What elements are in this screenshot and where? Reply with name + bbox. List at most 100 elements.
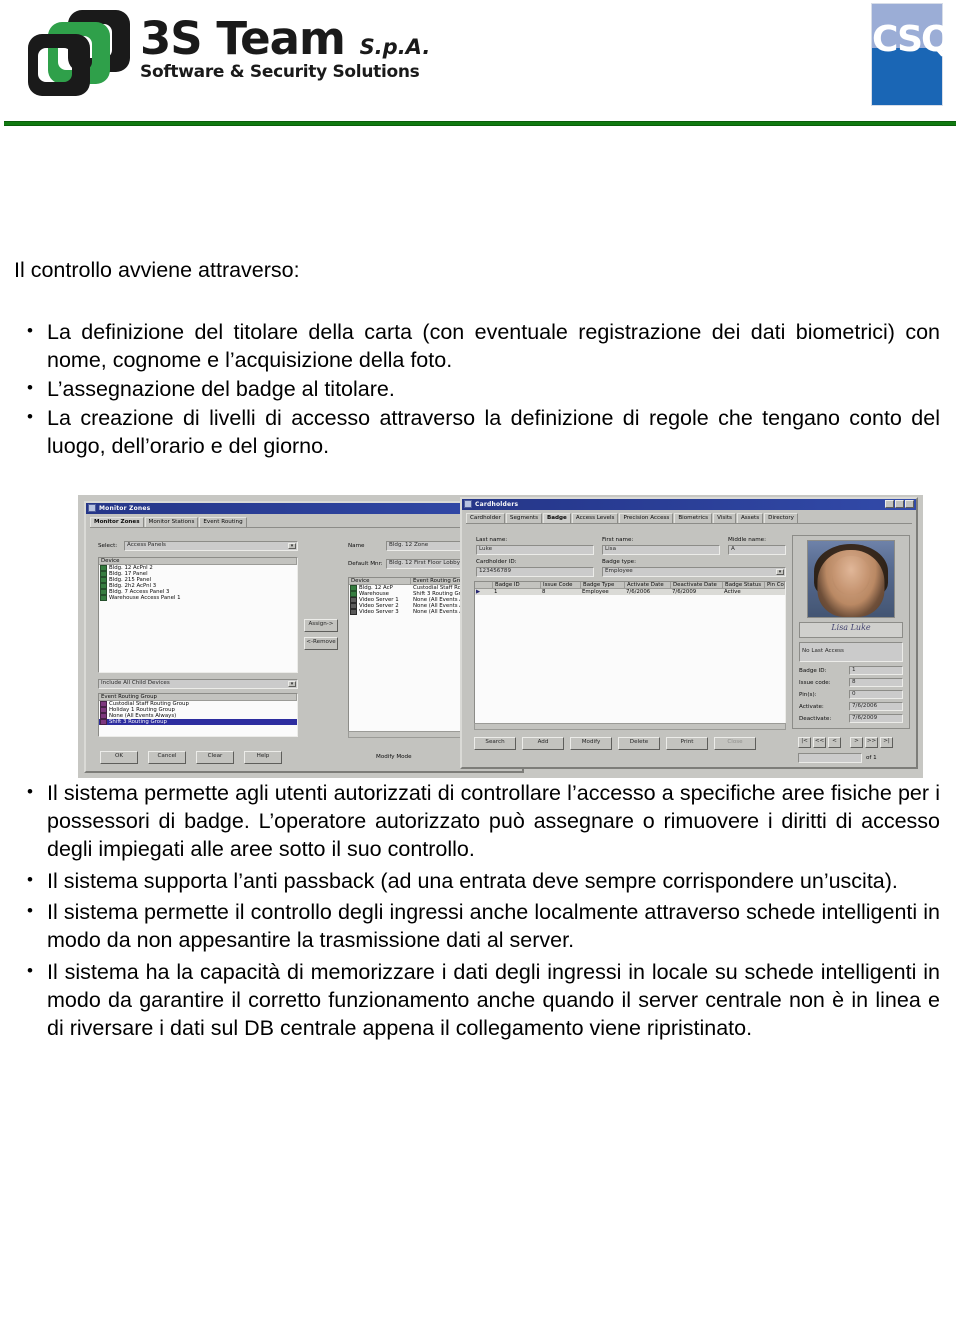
tab-segments[interactable]: Segments [505,512,542,523]
badge-grid-header: Badge ID Issue Code Badge Type Activate … [475,581,785,589]
tab-directory[interactable]: Directory [764,512,798,523]
tab-event-routing[interactable]: Event Routing [199,516,247,527]
cardholders-tabstrip[interactable]: Cardholder Segments Badge Access Levels … [462,510,916,523]
print-button[interactable]: Print [666,736,708,750]
side-activate-label: Activate: [799,703,824,710]
child-devices-value: Include All Child Devices [101,679,170,686]
brand-name: 3S Team S.p.A. [140,12,431,65]
brand-logo: 3S Team S.p.A. Software & Security Solut… [24,6,430,106]
list-item: Il sistema ha la capacità di memorizzare… [10,957,940,1043]
side-pins-label: Pin(s): [799,691,817,698]
monitor-zones-tabstrip[interactable]: Monitor Zones Monitor Stations Event Rou… [86,514,522,527]
nav-first-button[interactable]: |< [798,736,811,748]
col-badge-status: Badge Status [723,581,765,588]
tab-monitor-stations[interactable]: Monitor Stations [144,516,199,527]
side-pins-field[interactable]: 0 [849,689,903,699]
cardholder-id-field[interactable]: 123456789 [476,566,594,577]
header-divider-rule [4,121,956,126]
tab-assets[interactable]: Assets [736,512,764,523]
mode-status-text: Modify Mode [376,753,412,760]
chevron-down-icon[interactable]: ▾ [776,568,784,575]
side-deactivate-field[interactable]: 7/6/2009 [849,713,903,723]
tab-badge[interactable]: Badge [543,512,571,523]
chevron-down-icon[interactable]: ▾ [288,680,296,687]
tab-visits[interactable]: Visits [713,512,736,523]
nav-prev-button[interactable]: < [828,736,841,748]
table-row[interactable]: ▶ 1 8 Employee 7/6/2006 7/6/2009 Active [475,588,785,595]
maximize-icon[interactable] [895,500,904,509]
csq-certification-logo: CSQ [871,3,952,106]
middle-name-field[interactable]: A [728,544,786,555]
tab-cardholder[interactable]: Cardholder [466,512,505,523]
panel-icon [100,594,107,601]
last-access-text: No Last Access [802,647,844,654]
minimize-icon[interactable] [885,500,894,509]
cell-badge-id: 1 [494,588,498,595]
event-routing-group-list[interactable]: Event Routing Group Custodial Staff Rout… [98,692,298,737]
cancel-button[interactable]: Cancel [148,750,186,764]
record-count-label: of 1 [866,754,877,761]
chevron-down-icon[interactable]: ▾ [288,542,296,549]
child-devices-combo[interactable]: Include All Child Devices ▾ [98,678,298,689]
list-item: La creazione di livelli di accesso attra… [10,403,940,461]
cell-issue-code: 8 [542,588,546,595]
photo-face-highlight [832,555,870,596]
side-issue-code-field[interactable]: 8 [849,677,903,687]
list-item: Il sistema supporta l’anti passback (ad … [10,866,940,896]
device-list-header: Device [99,557,297,565]
side-activate-field[interactable]: 7/6/2006 [849,701,903,711]
clear-button[interactable]: Clear [196,750,234,764]
window-controls[interactable] [885,500,914,509]
checkbox-column-header [475,581,493,588]
first-name-field[interactable]: Lisa [602,544,720,555]
cell-badge-type: Employee [582,588,609,595]
badge-type-combo[interactable]: Employee ▾ [602,566,786,577]
assign-button[interactable]: Assign-> [304,618,338,632]
badge-grid-hscrollbar[interactable] [474,722,786,730]
first-name-label: First name: [602,536,634,543]
tab-monitor-zones[interactable]: Monitor Zones [90,516,144,527]
tab-access-levels[interactable]: Access Levels [571,512,619,523]
badge-type-value: Employee [605,567,633,574]
nav-next-button[interactable]: > [850,736,863,748]
modify-button[interactable]: Modify [570,736,612,750]
select-combo[interactable]: Access Panels ▾ [124,540,298,551]
tab-precision-access[interactable]: Precision Access [619,512,674,523]
side-badge-id-field[interactable]: 1 [849,665,903,675]
cell-badge-status: Active [724,588,741,595]
camera-icon [350,608,357,615]
device-list[interactable]: Device Bldg. 12 AcPnl 2 Bldg. 17 Panel B… [98,556,298,673]
csq-logo-text: CSQ [872,19,952,60]
delete-button[interactable]: Delete [618,736,660,750]
close-icon[interactable] [905,500,914,509]
add-button[interactable]: Add [522,736,564,750]
tab-biometrics[interactable]: Biometrics [674,512,713,523]
list-item[interactable]: Warehouse Access Panel 1 [99,594,297,601]
col-pin-code: Pin Co [767,581,785,588]
side-issue-code-label: Issue code: [799,679,831,686]
list-item-selected[interactable]: Shift 3 Routing Group [99,718,297,725]
record-number-field[interactable] [798,752,862,763]
nav-last-button[interactable]: >| [880,736,893,748]
assigned-device-col: Device [349,577,411,584]
col-badge-id: Badge ID [493,581,541,588]
last-access-box[interactable]: No Last Access [799,641,903,662]
cardholder-signature: Lisa Luke [831,622,871,632]
help-button[interactable]: Help [244,750,282,764]
remove-button[interactable]: <-Remove [304,636,338,650]
cardholder-id-label: Cardholder ID: [476,558,517,565]
search-button[interactable]: Search [474,736,516,750]
list-item: Il sistema permette il controllo degli i… [10,897,940,955]
bullet-list-bottom: Il sistema permette agli utenti autorizz… [10,778,940,1043]
last-name-field[interactable]: Luke [476,544,594,555]
nav-next-page-button[interactable]: >> [865,736,878,748]
badge-grid[interactable]: Badge ID Issue Code Badge Type Activate … [474,580,786,729]
badge-type-label: Badge type: [602,558,636,565]
ok-button[interactable]: OK [100,750,138,764]
monitor-zones-title: Monitor Zones [99,504,151,512]
select-combo-value: Access Panels [127,541,166,548]
select-label: Select: [98,542,118,549]
default-monitor-label: Default Mnr: [348,560,383,567]
zone-name-label: Name [348,542,365,549]
nav-prev-page-button[interactable]: << [813,736,826,748]
